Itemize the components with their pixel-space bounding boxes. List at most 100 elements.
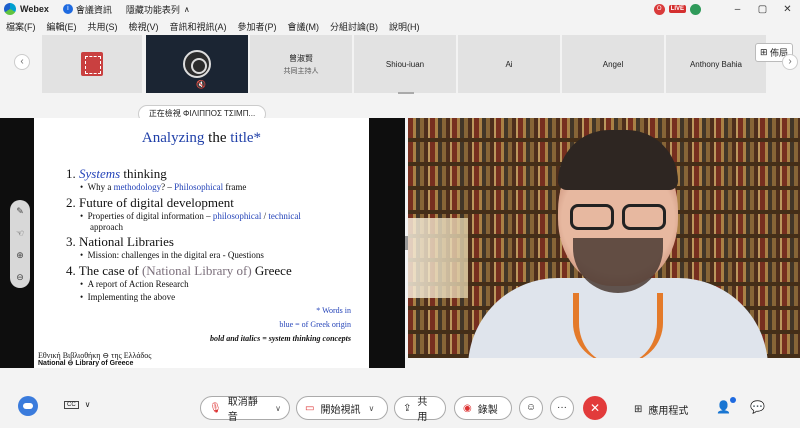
maximize-button[interactable]: ▢: [750, 4, 775, 15]
zoom-in-icon[interactable]: ⊕: [16, 250, 24, 261]
leave-meeting-button[interactable]: ✕: [583, 396, 607, 420]
more-options-button[interactable]: ···: [550, 396, 574, 420]
record-button[interactable]: ◉ 錄製: [454, 396, 512, 420]
participant-tile[interactable]: 曾淑賢 共同主持人: [250, 35, 352, 93]
share-button[interactable]: ⇪ 共用: [394, 396, 446, 423]
close-button[interactable]: ✕: [775, 4, 800, 15]
slide-note: bold and italics = system thinking conce…: [209, 334, 351, 343]
zoom-out-icon[interactable]: ⊖: [16, 272, 24, 283]
meeting-control-bar: CC ∨ 🎙 取消靜音 ∨ ▭ 開始視訊 ∨ ⇪ 共用 ◉ 錄製 ☺ ··· ✕…: [0, 390, 800, 428]
filmstrip-resize-grip[interactable]: [398, 92, 414, 94]
window-light: [408, 218, 468, 298]
participants-icon[interactable]: 👤: [716, 400, 731, 414]
video-off-icon: ▭: [305, 402, 315, 414]
participant-tile-obs[interactable]: 🔇: [146, 35, 248, 93]
slide-footer-english: National ⊖ Library of Greece: [38, 360, 134, 367]
speaker-glasses: [570, 204, 666, 230]
cc-icon: CC: [64, 400, 79, 409]
window-controls: O LIVE – ▢ ✕: [653, 0, 800, 18]
reactions-button[interactable]: ☺: [519, 396, 543, 420]
active-speaker-video[interactable]: [408, 118, 800, 358]
layout-grid-icon: ⊞: [760, 47, 771, 57]
security-shield-icon[interactable]: [690, 3, 701, 15]
presentation-slide: Analyzing the title* 1. Systems thinking…: [34, 118, 369, 368]
participant-name: Angel: [602, 59, 624, 69]
participant-role: 共同主持人: [283, 67, 319, 75]
slide-bullet: • Properties of digital information – ph…: [80, 211, 301, 221]
annotate-icon[interactable]: ✎: [16, 206, 24, 217]
slide-note: blue = of Greek origin: [279, 320, 351, 329]
filmstrip-next-button[interactable]: ›: [782, 54, 798, 70]
participant-name: Anthony Bahia: [689, 59, 743, 69]
apps-label: 應用程式: [648, 406, 689, 417]
menu-file[interactable]: 檔案(F): [6, 20, 36, 33]
record-icon: ◉: [463, 402, 472, 414]
start-video-button[interactable]: ▭ 開始視訊 ∨: [296, 396, 388, 420]
hide-menu-bar-button[interactable]: 隱藏功能表列 ∧: [126, 3, 190, 16]
slide-note: * Words in: [316, 306, 351, 315]
participant-tile-seal[interactable]: [42, 35, 142, 93]
chevron-down-icon: ∨: [368, 403, 375, 413]
closed-captions-button[interactable]: CC ∨: [64, 400, 91, 409]
share-screen-icon: ⇪: [403, 402, 412, 414]
record-label: 錄製: [477, 404, 498, 416]
slide-bullet: • Why a methodology? – Philosophical fra…: [80, 182, 247, 192]
menu-meeting[interactable]: 會議(M): [288, 20, 320, 33]
muted-mic-icon: 🎙: [209, 402, 222, 414]
live-badge: LIVE: [668, 5, 686, 13]
menu-edit[interactable]: 編輯(E): [47, 20, 77, 33]
share-label: 共用: [417, 397, 428, 423]
hide-menu-bar-label: 隱藏功能表列: [125, 4, 180, 15]
slide-heading-4: 4. The case of (National Library of) Gre…: [66, 263, 292, 278]
webex-logo-icon: [4, 3, 16, 15]
menu-help[interactable]: 說明(H): [389, 20, 420, 33]
slide-bullet-continued: approach: [90, 222, 123, 232]
seal-avatar-icon: [81, 52, 103, 76]
unmute-label: 取消靜音: [227, 397, 258, 423]
obs-logo-icon: [183, 50, 211, 78]
slide-bullet: • A report of Action Research: [80, 279, 189, 289]
participant-filmstrip: ‹ 🔇 曾淑賢 共同主持人 Shiou-iuan Ai Angel Anthon…: [0, 35, 800, 95]
slide-bullet: • Implementing the above: [80, 292, 176, 302]
recording-indicator-icon: O: [653, 3, 665, 15]
slide-bullet: • Mission: challenges in the digital era…: [80, 250, 264, 260]
participant-tile[interactable]: Angel: [562, 35, 664, 93]
meeting-info-button[interactable]: i 會議資訊: [62, 3, 112, 16]
annotation-toolbar: ✎ ☜ ⊕ ⊖: [10, 200, 30, 288]
menu-audio-video[interactable]: 音訊和視訊(A): [170, 20, 227, 33]
apps-button[interactable]: ⊞ 應用程式: [634, 402, 688, 417]
pointer-icon[interactable]: ☜: [16, 228, 24, 239]
participant-tile[interactable]: Shiou-iuan: [354, 35, 456, 93]
menu-participants[interactable]: 參加者(P): [238, 20, 277, 33]
shared-content-stage: Analyzing the title* 1. Systems thinking…: [0, 118, 405, 368]
minimize-button[interactable]: –: [725, 4, 750, 15]
menu-bar: 檔案(F) 編輯(E) 共用(S) 檢視(V) 音訊和視訊(A) 參加者(P) …: [0, 18, 800, 35]
chevron-down-icon: ∨: [275, 403, 281, 413]
slide-heading-1: 1. Systems thinking: [66, 166, 167, 181]
speaker-lanyard: [573, 293, 663, 358]
meeting-info-label: 會議資訊: [75, 4, 112, 15]
slide-title: Analyzing the title*: [141, 130, 262, 146]
participant-name: Shiou-iuan: [385, 59, 425, 69]
apps-grid-icon: ⊞: [634, 404, 643, 415]
info-icon: i: [62, 4, 73, 14]
title-bar: Webex i 會議資訊 隱藏功能表列 ∧ O LIVE – ▢ ✕: [0, 0, 800, 18]
chat-icon[interactable]: 💬: [750, 400, 765, 414]
unmute-button[interactable]: 🎙 取消靜音 ∨: [200, 396, 290, 423]
menu-share[interactable]: 共用(S): [88, 20, 118, 33]
participant-tile[interactable]: Ai: [458, 35, 560, 93]
start-video-label: 開始視訊: [320, 404, 361, 416]
filmstrip-prev-button[interactable]: ‹: [14, 54, 30, 70]
slide-heading-2: 2. Future of digital development: [66, 195, 234, 210]
ai-assistant-icon[interactable]: [18, 396, 38, 416]
notification-dot: [730, 397, 736, 403]
app-name: Webex: [20, 4, 49, 14]
slide-heading-3: 3. National Libraries: [66, 234, 174, 249]
chevron-down-icon: ∨: [84, 400, 91, 409]
participant-name: 曾淑賢: [289, 53, 313, 63]
participant-tile[interactable]: Anthony Bahia: [666, 35, 766, 93]
chevron-up-icon: ∧: [183, 4, 190, 14]
menu-breakout[interactable]: 分組討論(B): [330, 20, 378, 33]
muted-mic-icon: 🔇: [196, 80, 206, 89]
menu-view[interactable]: 檢視(V): [129, 20, 159, 33]
